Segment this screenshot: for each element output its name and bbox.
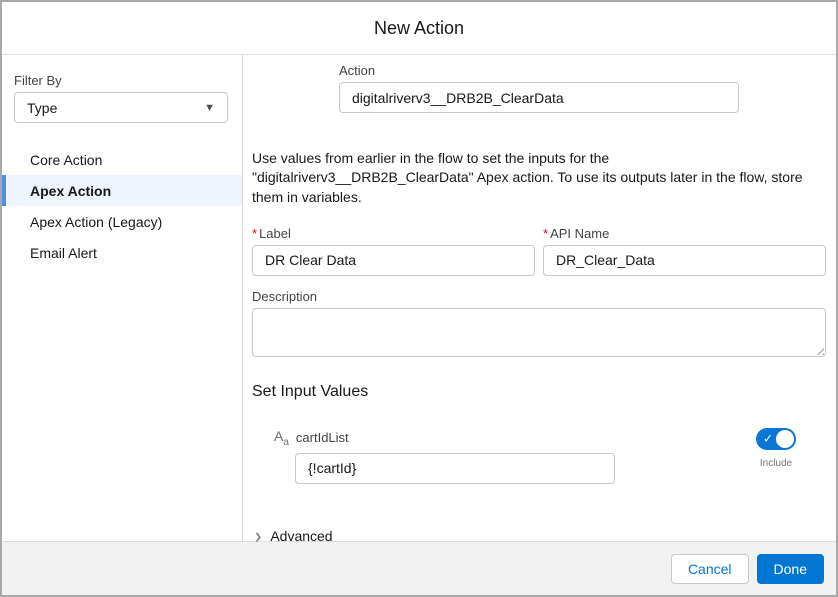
- modal-footer: Cancel Done: [2, 541, 836, 595]
- modal-header: New Action: [2, 2, 836, 55]
- sidebar-item-label: Apex Action (Legacy): [30, 213, 163, 230]
- chevron-down-icon: ▼: [204, 101, 215, 114]
- description-field-group: Description: [252, 289, 826, 357]
- include-toggle[interactable]: ✓: [756, 427, 796, 450]
- sidebar-item-apex-action[interactable]: Apex Action: [2, 175, 242, 206]
- checkmark-icon: ✓: [763, 431, 774, 446]
- label-input[interactable]: [252, 244, 535, 276]
- cartidlist-input[interactable]: [295, 452, 615, 484]
- include-toggle-label: Include: [759, 457, 793, 469]
- description-field-label: Description: [252, 288, 318, 304]
- sidebar-item-label: Apex Action: [30, 182, 112, 199]
- cartidlist-label-row: Aa cartIdList: [274, 428, 615, 448]
- include-toggle-group: ✓ Include: [756, 427, 796, 469]
- sidebar-item-apex-action-legacy[interactable]: Apex Action (Legacy): [2, 206, 242, 237]
- type-filter-value: Type: [27, 99, 58, 116]
- cancel-button[interactable]: Cancel: [670, 553, 749, 584]
- new-action-modal: New Action Filter By Type ▼ Core Action …: [0, 0, 838, 597]
- action-input[interactable]: [339, 82, 739, 113]
- label-field-group: * Label: [252, 226, 535, 276]
- toggle-knob: [776, 429, 794, 448]
- type-filter-select[interactable]: Type ▼: [14, 92, 228, 123]
- api-name-field-group: * API Name: [543, 226, 826, 276]
- description-textarea[interactable]: [252, 307, 826, 357]
- api-name-field-label: * API Name: [543, 225, 610, 241]
- label-field-label: * Label: [252, 225, 291, 241]
- cartidlist-label: cartIdList: [295, 430, 349, 446]
- required-asterisk: *: [252, 225, 258, 241]
- set-input-values-heading: Set Input Values: [252, 382, 369, 400]
- modal-body: Filter By Type ▼ Core Action Apex Action…: [2, 55, 836, 547]
- api-name-input[interactable]: [543, 244, 826, 276]
- filter-sidebar: Filter By Type ▼ Core Action Apex Action…: [2, 55, 243, 541]
- sidebar-item-core-action[interactable]: Core Action: [2, 144, 242, 175]
- required-asterisk: *: [543, 225, 549, 241]
- text-type-icon: Aa: [274, 427, 289, 448]
- action-detail-panel: Action Use values from earlier in the fl…: [243, 55, 836, 547]
- chevron-right-icon: ›: [255, 524, 262, 549]
- action-field-group: Action: [339, 63, 739, 113]
- done-button[interactable]: Done: [756, 553, 824, 584]
- cartidlist-param: Aa cartIdList: [252, 428, 615, 484]
- label-api-row: *Label *API Name: [252, 226, 826, 276]
- sidebar-item-email-alert[interactable]: Email Alert: [2, 237, 242, 268]
- action-field-label: Action: [339, 63, 376, 78]
- sidebar-item-label: Email Alert: [30, 244, 97, 261]
- intro-text: Use values from earlier in the flow to s…: [252, 150, 803, 205]
- page-title: New Action: [373, 17, 465, 38]
- filter-by-label: Filter By: [14, 73, 62, 88]
- cartidlist-row: Aa cartIdList ✓ Include: [252, 427, 826, 484]
- action-type-list: Core Action Apex Action Apex Action (Leg…: [2, 144, 242, 268]
- sidebar-item-label: Core Action: [30, 151, 103, 168]
